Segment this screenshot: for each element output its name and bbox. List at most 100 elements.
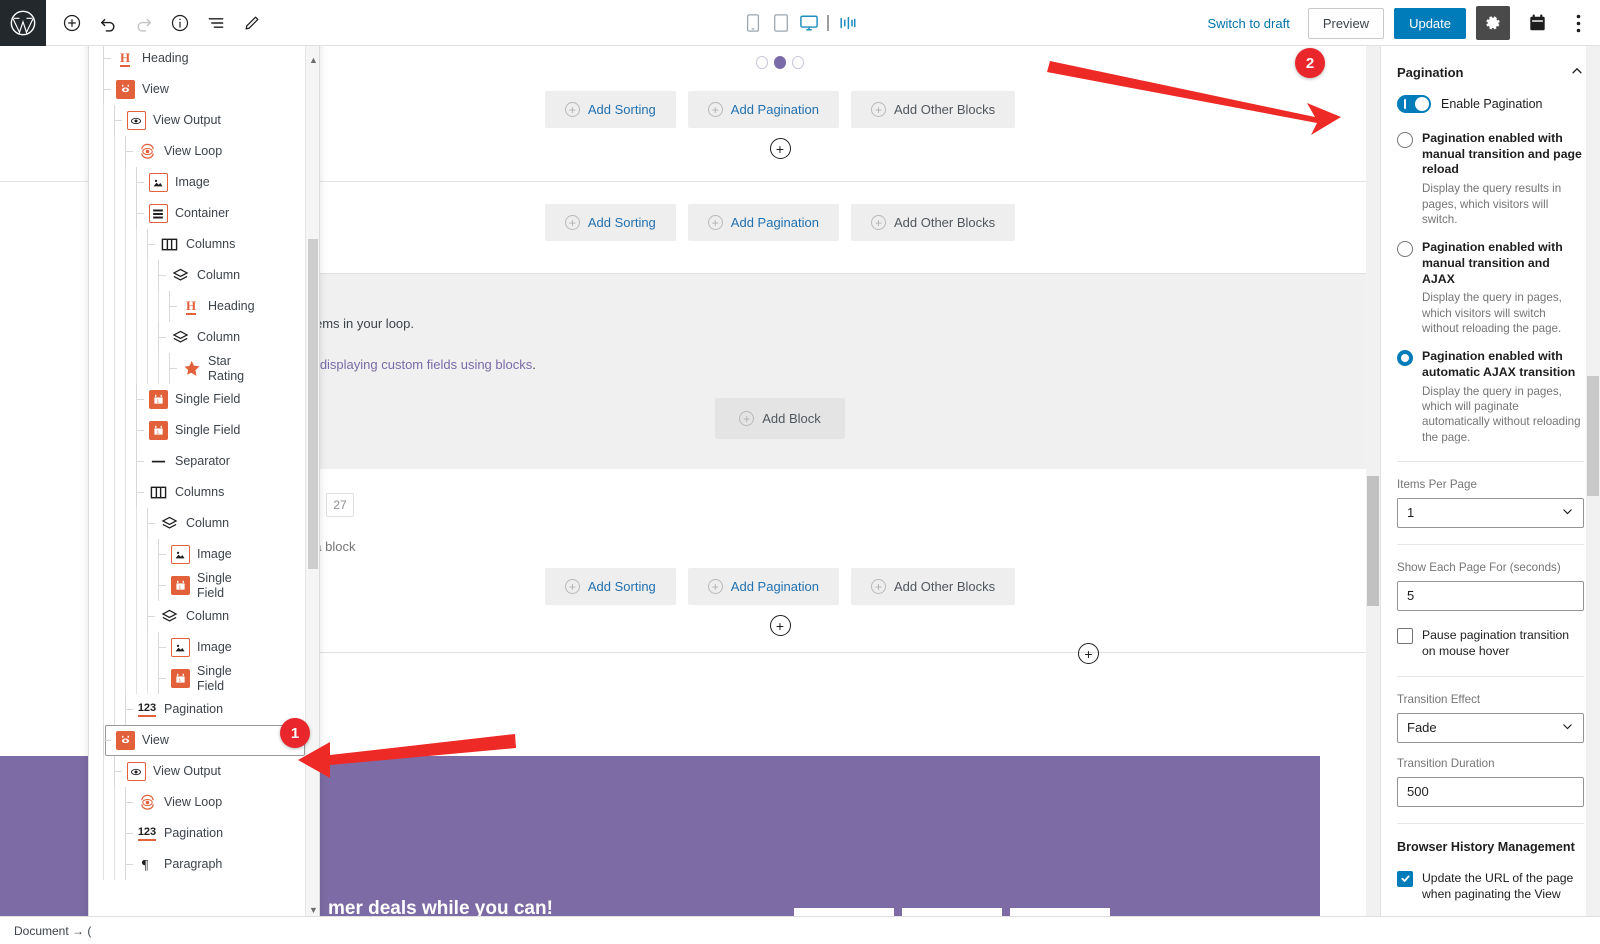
transition-duration-input[interactable]: 500 <box>1397 776 1584 807</box>
block-tree-item-columns[interactable]: Columns <box>89 477 307 508</box>
block-tree-item-view[interactable]: View <box>89 74 307 105</box>
info-icon[interactable] <box>162 5 198 41</box>
plus-icon: + <box>707 579 723 594</box>
column-icon <box>159 607 179 627</box>
tablet-icon[interactable] <box>768 8 794 38</box>
block-tree-item-heading[interactable]: H Heading <box>89 43 307 74</box>
add-block-button[interactable]: + Add Block <box>715 398 845 439</box>
block-tree-item-view-loop[interactable]: View Loop <box>89 136 307 167</box>
show-each-page-input[interactable]: 5 <box>1397 580 1584 611</box>
add-sorting-button[interactable]: + Add Sorting <box>544 91 676 128</box>
block-tree-item-pagination[interactable]: 123 Pagination <box>89 818 307 849</box>
radio-button[interactable] <box>1397 132 1413 148</box>
gear-icon[interactable] <box>1476 6 1510 40</box>
block-tree-item-view-output[interactable]: View Output <box>89 105 307 136</box>
block-tree-item-view-loop[interactable]: View Loop <box>89 787 307 818</box>
block-tree-item-image[interactable]: Image <box>89 632 307 663</box>
block-tree-item-columns[interactable]: Columns <box>89 229 307 260</box>
add-other-blocks-button[interactable]: + Add Other Blocks <box>850 91 1016 128</box>
carousel-dot[interactable] <box>756 56 768 69</box>
block-tree-item-image[interactable]: Image <box>89 167 307 198</box>
add-sorting-button[interactable]: + Add Sorting <box>544 568 676 605</box>
canvas-scrollbar[interactable] <box>1366 46 1380 926</box>
undo-button[interactable] <box>90 5 126 41</box>
enable-pagination-toggle[interactable] <box>1397 95 1431 113</box>
block-tree-item-container[interactable]: Container <box>89 198 307 229</box>
toolset-icon[interactable] <box>1520 6 1554 40</box>
chevron-up-icon[interactable] <box>1570 64 1584 81</box>
update-url-checkbox[interactable] <box>1397 870 1413 887</box>
mobile-icon[interactable] <box>740 8 766 38</box>
update-button[interactable]: Update <box>1394 7 1466 39</box>
add-pagination-button[interactable]: + Add Pagination <box>687 91 839 128</box>
update-url-row[interactable]: Update the URL of the page when paginati… <box>1397 870 1584 903</box>
toolbar-divider <box>827 14 829 31</box>
plus-circle-icon[interactable]: + <box>769 615 791 636</box>
add-block-button[interactable] <box>54 5 90 41</box>
settings-sidebar: Pagination Enable Pagination Pagination … <box>1380 46 1600 926</box>
block-tree-item-column[interactable]: Column <box>89 260 307 291</box>
pagination-mode-option-1[interactable]: Pagination enabled with manual transitio… <box>1397 131 1584 227</box>
add-sorting-label: Add Sorting <box>587 579 656 594</box>
transition-effect-select[interactable]: Fade <box>1397 712 1584 743</box>
list-view-button[interactable] <box>198 5 234 41</box>
block-tree-item-separator[interactable]: Separator <box>89 446 307 477</box>
add-sorting-button[interactable]: + Add Sorting <box>544 204 676 241</box>
scroll-down-arrow-icon[interactable]: ▼ <box>309 905 318 915</box>
block-tree-item-column[interactable]: Column <box>89 601 307 632</box>
view-loop-block[interactable]: design single items in your loop. iffere… <box>188 273 1372 653</box>
plus-circle-icon[interactable]: + <box>1078 643 1099 664</box>
scroll-up-arrow-icon[interactable]: ▲ <box>309 55 318 65</box>
wordpress-logo-icon[interactable] <box>0 0 46 46</box>
carousel-dot[interactable] <box>792 56 804 69</box>
add-pagination-button[interactable]: + Add Pagination <box>687 568 839 605</box>
add-other-blocks-button[interactable]: + Add Other Blocks <box>850 204 1016 241</box>
code-editor-icon[interactable] <box>835 8 861 38</box>
list-view-scrollbar[interactable]: ▲ ▼ <box>305 39 319 921</box>
block-tree-item-label: View <box>142 733 169 748</box>
pause-transition-row[interactable]: Pause pagination transition on mouse hov… <box>1397 627 1584 660</box>
pagination-mode-option-3[interactable]: Pagination enabled with automatic AJAX t… <box>1397 349 1584 445</box>
custom-fields-link[interactable]: displaying custom fields using blocks <box>320 357 532 372</box>
add-pagination-label: Add Pagination <box>730 579 819 594</box>
block-tree-item-pagination[interactable]: 123 Pagination <box>89 694 307 725</box>
plus-circle-icon[interactable]: + <box>769 138 791 159</box>
kebab-menu-icon[interactable] <box>1564 6 1592 40</box>
add-other-blocks-button[interactable]: + Add Other Blocks <box>850 568 1016 605</box>
block-tree-item-view-output[interactable]: View Output <box>89 756 307 787</box>
block-tree-item-column[interactable]: Column <box>89 322 307 353</box>
desktop-icon[interactable] <box>796 8 822 38</box>
canvas-scrollbar-thumb[interactable] <box>1367 476 1379 606</box>
pagination-panel-header[interactable]: Pagination <box>1397 46 1584 95</box>
switch-to-draft-button[interactable]: Switch to draft <box>1199 10 1297 37</box>
block-tree-item-paragraph[interactable]: ¶ Paragraph <box>89 849 307 880</box>
block-tree-item-single-field[interactable]: 1 Single Field <box>89 663 307 694</box>
block-tree-item-image[interactable]: Image <box>89 539 307 570</box>
pagination-mode-option-2[interactable]: Pagination enabled with manual transitio… <box>1397 240 1584 336</box>
pause-transition-checkbox[interactable] <box>1397 627 1413 644</box>
radio-button-selected[interactable] <box>1397 350 1413 367</box>
add-pagination-button[interactable]: + Add Pagination <box>687 204 839 241</box>
block-tree-item-single-field[interactable]: 1 Single Field <box>89 384 307 415</box>
block-tree-item-view[interactable]: View <box>89 725 307 756</box>
items-per-page-select[interactable]: 1 <box>1397 497 1584 528</box>
sidebar-scrollbar[interactable] <box>1586 46 1600 926</box>
sidebar-scrollbar-thumb[interactable] <box>1587 376 1599 496</box>
tree-guide-line <box>136 353 137 384</box>
plus-icon: + <box>707 102 723 117</box>
view-output-icon <box>126 111 146 131</box>
block-tree-item-single-field[interactable]: 1 Single Field <box>89 415 307 446</box>
redo-button[interactable] <box>126 5 162 41</box>
page-button[interactable]: 27 <box>326 493 354 517</box>
radio-button[interactable] <box>1397 241 1413 258</box>
block-tree-item-heading[interactable]: H Heading <box>89 291 307 322</box>
pencil-icon[interactable] <box>234 5 270 41</box>
tree-guide-line <box>103 508 104 539</box>
block-tree-item-star-rating[interactable]: Star Rating <box>89 353 307 384</box>
column-icon <box>170 266 190 286</box>
list-view-scrollbar-thumb[interactable] <box>308 239 318 569</box>
carousel-dot-active[interactable] <box>774 56 786 69</box>
block-tree-item-column[interactable]: Column <box>89 508 307 539</box>
preview-button[interactable]: Preview <box>1307 7 1385 39</box>
block-tree-item-single-field[interactable]: 1 Single Field <box>89 570 307 601</box>
